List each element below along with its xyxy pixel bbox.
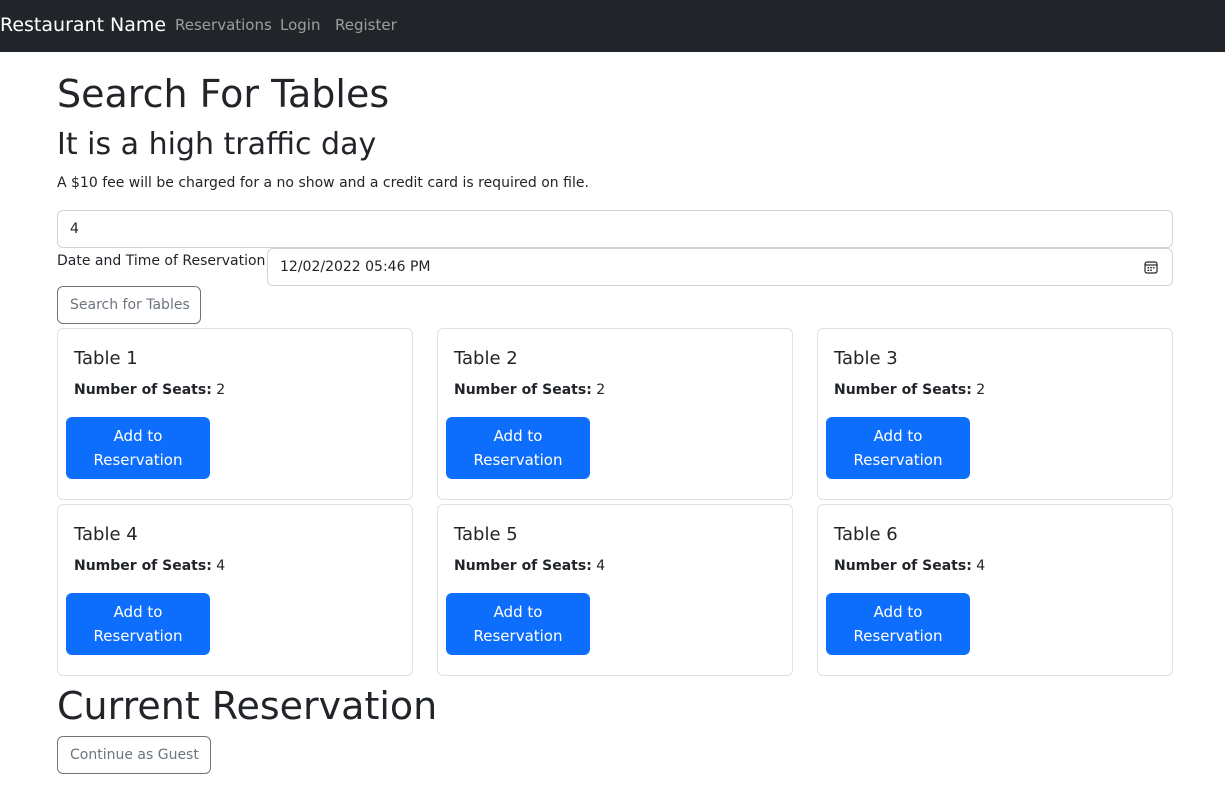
date-time-value: 12/02/2022 05:46 PM bbox=[280, 259, 431, 275]
button-label-line2: Reservation bbox=[473, 627, 563, 645]
table-title: Table 3 bbox=[834, 348, 898, 369]
top-navbar: Restaurant Name Reservations Login Regis… bbox=[0, 0, 1225, 52]
table-title: Table 6 bbox=[834, 524, 898, 545]
button-label-line1: Add to bbox=[873, 603, 923, 621]
fee-notice: A $10 fee will be charged for a no show … bbox=[57, 175, 589, 191]
seat-count: Number of Seats: 2 bbox=[834, 380, 985, 400]
page-title: Search For Tables bbox=[57, 72, 390, 116]
button-label-line2: Reservation bbox=[853, 451, 943, 469]
party-size-input[interactable]: 4 bbox=[57, 210, 1173, 248]
seats-value: 4 bbox=[596, 558, 606, 574]
add-to-reservation-button[interactable]: Add to Reservation bbox=[66, 593, 210, 655]
seats-label: Number of Seats: bbox=[74, 558, 212, 574]
table-card-6: Table 6 Number of Seats: 4 Add to Reserva… bbox=[817, 504, 1173, 676]
button-label-line2: Reservation bbox=[93, 451, 183, 469]
seats-label: Number of Seats: bbox=[834, 382, 972, 398]
seats-value: 4 bbox=[216, 558, 226, 574]
button-label-line1: Add to bbox=[873, 427, 923, 445]
table-title: Table 5 bbox=[454, 524, 518, 545]
table-card-4: Table 4 Number of Seats: 4 Add to Reserva… bbox=[57, 504, 413, 676]
button-label-line1: Add to bbox=[113, 427, 163, 445]
seats-label: Number of Seats: bbox=[74, 382, 212, 398]
seat-count: Number of Seats: 2 bbox=[74, 380, 225, 400]
table-card-3: Table 3 Number of Seats: 2 Add to Reserva… bbox=[817, 328, 1173, 500]
table-card-5: Table 5 Number of Seats: 4 Add to Reserva… bbox=[437, 504, 793, 676]
add-to-reservation-button[interactable]: Add to Reservation bbox=[446, 417, 590, 479]
button-label-line2: Reservation bbox=[473, 451, 563, 469]
seats-value: 2 bbox=[596, 382, 606, 398]
seat-count: Number of Seats: 4 bbox=[454, 556, 605, 576]
add-to-reservation-button[interactable]: Add to Reservation bbox=[826, 593, 970, 655]
table-title: Table 2 bbox=[454, 348, 518, 369]
button-label-line2: Reservation bbox=[853, 627, 943, 645]
nav-link-register[interactable]: Register bbox=[335, 15, 397, 35]
continue-as-guest-button[interactable]: Continue as Guest bbox=[57, 736, 211, 774]
current-reservation-heading: Current Reservation bbox=[57, 684, 438, 728]
add-to-reservation-button[interactable]: Add to Reservation bbox=[446, 593, 590, 655]
seats-value: 2 bbox=[216, 382, 226, 398]
seats-value: 2 bbox=[976, 382, 986, 398]
button-label-line2: Reservation bbox=[93, 627, 183, 645]
seat-count: Number of Seats: 2 bbox=[454, 380, 605, 400]
nav-link-reservations[interactable]: Reservations bbox=[175, 15, 272, 35]
nav-link-login[interactable]: Login bbox=[280, 15, 320, 35]
seats-label: Number of Seats: bbox=[834, 558, 972, 574]
date-time-label: Date and Time of Reservation: bbox=[57, 253, 271, 269]
search-tables-button[interactable]: Search for Tables bbox=[57, 286, 201, 324]
seat-count: Number of Seats: 4 bbox=[74, 556, 225, 576]
seats-label: Number of Seats: bbox=[454, 558, 592, 574]
seats-value: 4 bbox=[976, 558, 986, 574]
calendar-icon[interactable] bbox=[1144, 260, 1158, 274]
button-label-line1: Add to bbox=[493, 427, 543, 445]
add-to-reservation-button[interactable]: Add to Reservation bbox=[66, 417, 210, 479]
table-card-2: Table 2 Number of Seats: 2 Add to Reserva… bbox=[437, 328, 793, 500]
table-title: Table 1 bbox=[74, 348, 138, 369]
table-card-1: Table 1 Number of Seats: 2 Add to Reserva… bbox=[57, 328, 413, 500]
date-time-input[interactable]: 12/02/2022 05:46 PM bbox=[267, 248, 1173, 286]
seats-label: Number of Seats: bbox=[454, 382, 592, 398]
seat-count: Number of Seats: 4 bbox=[834, 556, 985, 576]
add-to-reservation-button[interactable]: Add to Reservation bbox=[826, 417, 970, 479]
brand-link[interactable]: Restaurant Name bbox=[0, 13, 166, 37]
button-label-line1: Add to bbox=[493, 603, 543, 621]
button-label-line1: Add to bbox=[113, 603, 163, 621]
traffic-heading: It is a high traffic day bbox=[57, 127, 377, 162]
table-title: Table 4 bbox=[74, 524, 138, 545]
